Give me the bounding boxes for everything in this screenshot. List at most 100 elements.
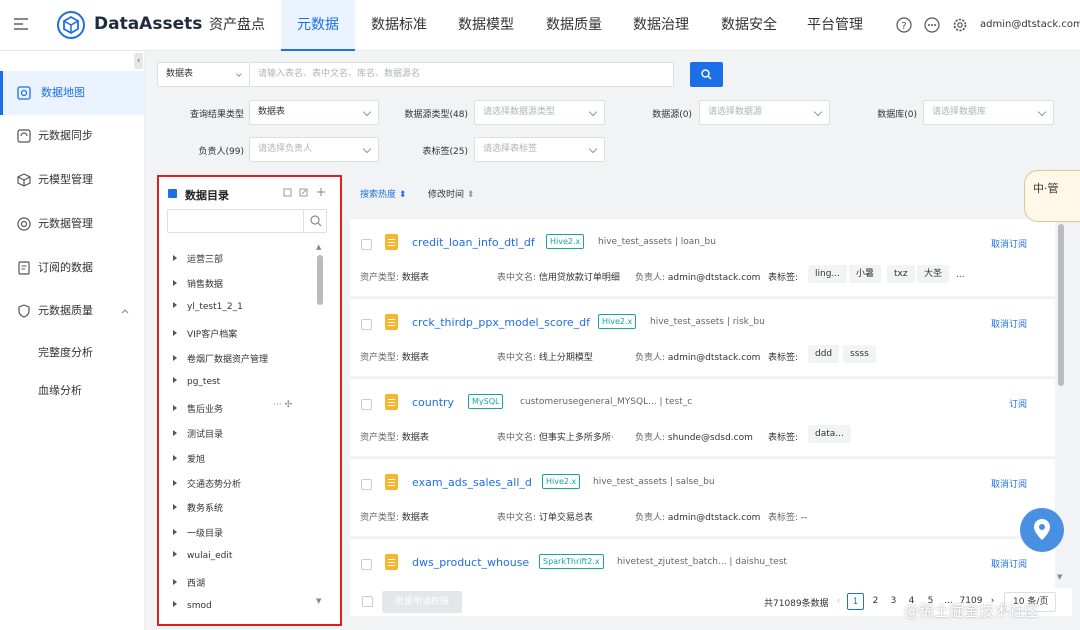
row-checkbox[interactable] [361,399,372,410]
result-card[interactable]: exam_ads_sales_all_d Hive2.x hive_test_a… [350,458,1055,536]
nav-data-standard[interactable]: 数据标准 [362,0,436,51]
sort-by-modified[interactable]: 修改时间 ⬍ [428,187,474,200]
result-card[interactable]: dws_product_whouse SparkThrift2.x hivete… [350,538,1055,588]
nav-platform-admin[interactable]: 平台管理 [798,0,872,51]
sidebar-item-meta-model[interactable]: 元模型管理 [0,158,144,202]
result-type-select[interactable]: 数据表 [249,100,379,125]
tree-node[interactable]: smod [173,601,212,611]
nav-asset-inventory[interactable]: 资产盘点 [200,0,274,51]
page-1[interactable]: 1 [847,593,864,610]
sidebar-subitem-completeness[interactable]: 完整度分析 [38,344,93,360]
message-icon[interactable] [924,17,940,33]
tags: 表标签: -- [768,510,807,523]
tree-node[interactable]: pg_test [173,377,220,387]
result-card[interactable]: country MySQL customerusegeneral_MYSQL..… [350,378,1055,456]
subscribe-toggle[interactable]: 取消订阅 [991,237,1027,250]
nav-data-governance[interactable]: 数据治理 [624,0,698,51]
search-type-select[interactable]: 数据表 [157,62,250,87]
page-2[interactable]: 2 [867,593,884,610]
scroll-up-icon[interactable]: ▲ [316,243,321,251]
tree-node[interactable]: VIP客户档案 [173,327,237,340]
results-scrollbar[interactable] [1058,224,1064,386]
tree-node[interactable]: 销售数据 [173,277,223,290]
menu-icon[interactable] [14,18,28,30]
collapse-sidebar-icon[interactable]: ‹ [134,53,143,69]
result-card[interactable]: crck_thirdp_ppx_model_score_df Hive2.x h… [350,298,1055,376]
catalog-search-input[interactable] [167,209,327,233]
subscribe-toggle[interactable]: 取消订阅 [991,317,1027,330]
owner-select[interactable]: 请选择负责人 [249,137,379,162]
batch-apply-button[interactable]: 批量申请权限 [382,591,462,613]
search-input[interactable]: 请输入表名、表中文名、库名、数据源名 [250,62,674,87]
user-account[interactable]: admin@dtstack.com [980,19,1080,30]
caret-down-icon [588,107,598,117]
add-icon[interactable] [316,187,326,197]
table-name-link[interactable]: dws_product_whouse [412,556,529,569]
row-checkbox[interactable] [361,559,372,570]
source-type-select[interactable]: 请选择数据源类型 [474,100,605,125]
caret-right-icon [173,551,177,557]
search-icon[interactable] [310,215,322,227]
sort-by-hot[interactable]: 搜索热度 ⬍ [360,187,406,200]
edit-icon[interactable] [299,188,308,197]
subscribe-toggle[interactable]: 取消订阅 [991,557,1027,570]
nav-data-model[interactable]: 数据模型 [449,0,523,51]
tree-node-label: pg_test [187,377,221,387]
scroll-down-icon[interactable]: ▼ [316,597,321,605]
db-select[interactable]: 请选择数据库 [923,100,1054,125]
table-name-link[interactable]: credit_loan_info_dtl_df [412,236,535,249]
sidebar-item-subscribed[interactable]: 订阅的数据 [0,246,144,290]
tree-node[interactable]: 教务系统 [173,501,223,514]
table-name-link[interactable]: crck_thirdp_ppx_model_score_df [412,316,590,329]
prev-page-icon[interactable]: ‹ [830,593,847,610]
sidebar-item-metadata-manage[interactable]: 元数据管理 [0,202,144,246]
sidebar-item-data-map[interactable]: 数据地图 [0,71,144,115]
tree-node[interactable]: 卷烟厂数据资产管理 [173,352,268,365]
sidebar-item-metadata-quality[interactable]: 元数据质量 [0,289,144,333]
subscribe-toggle[interactable]: 订阅 [1009,397,1027,410]
page-3[interactable]: 3 [885,593,902,610]
nav-metadata[interactable]: 元数据 [281,0,355,51]
tree-node[interactable]: 测试目录 [173,427,223,440]
source-select[interactable]: 请选择数据源 [699,100,830,125]
search-button[interactable] [690,62,723,87]
assistant-button[interactable] [1020,508,1064,552]
sidebar-item-metadata-sync[interactable]: 元数据同步 [0,114,144,158]
subscribe-toggle[interactable]: 取消订阅 [991,477,1027,490]
tree-node[interactable]: 爱旭 [173,452,205,465]
scroll-down-icon[interactable]: ▼ [1057,573,1062,581]
tree-node[interactable]: 西湖 [173,576,205,589]
tree-node[interactable]: 交通态势分析 [173,477,241,490]
tag-more[interactable]: ... [956,270,965,280]
tree-node[interactable]: yl_test1_2_1 [173,302,243,312]
copy-icon[interactable] [283,188,292,197]
table-path: hivetest_zjutest_batch... | daishu_test [617,557,787,567]
select-all-checkbox[interactable] [362,596,373,607]
settings-icon[interactable] [952,17,968,33]
table-path: customerusegeneral_MYSQL... | test_c [520,397,693,407]
nav-data-security[interactable]: 数据安全 [712,0,786,51]
floating-badge[interactable]: 中·管 [1024,170,1080,222]
tree-node[interactable]: 一级目录 [173,526,223,539]
nav-data-quality[interactable]: 数据质量 [537,0,611,51]
chevron-up-icon[interactable] [121,308,129,314]
sidebar-subitem-lineage[interactable]: 血缘分析 [38,382,82,398]
tree-node[interactable]: wulai_edit [173,551,232,561]
tree-node[interactable]: 售后业务 ··· ✣ [173,400,292,415]
result-card[interactable]: credit_loan_info_dtl_df Hive2.x hive_tes… [350,218,1055,296]
row-checkbox[interactable] [361,319,372,330]
row-checkbox[interactable] [361,239,372,250]
table-name-link[interactable]: country [412,396,454,409]
sort-icon: ⬍ [466,190,475,200]
tag-select[interactable]: 请选择表标签 [474,137,605,162]
table-name-link[interactable]: exam_ads_sales_all_d [412,476,532,489]
row-checkbox[interactable] [361,479,372,490]
tree-node-label: 交通态势分析 [187,480,242,490]
sidebar-label: 元数据质量 [38,304,93,317]
table-file-icon [385,234,398,250]
tree-node[interactable]: 运营三部 [173,252,223,265]
owner: 负责人: shunde@sdsd.com [635,430,753,443]
help-icon[interactable]: ? [896,17,912,33]
catalog-scrollbar[interactable] [317,255,323,305]
more-actions-icon[interactable]: ··· ✣ [273,400,292,410]
